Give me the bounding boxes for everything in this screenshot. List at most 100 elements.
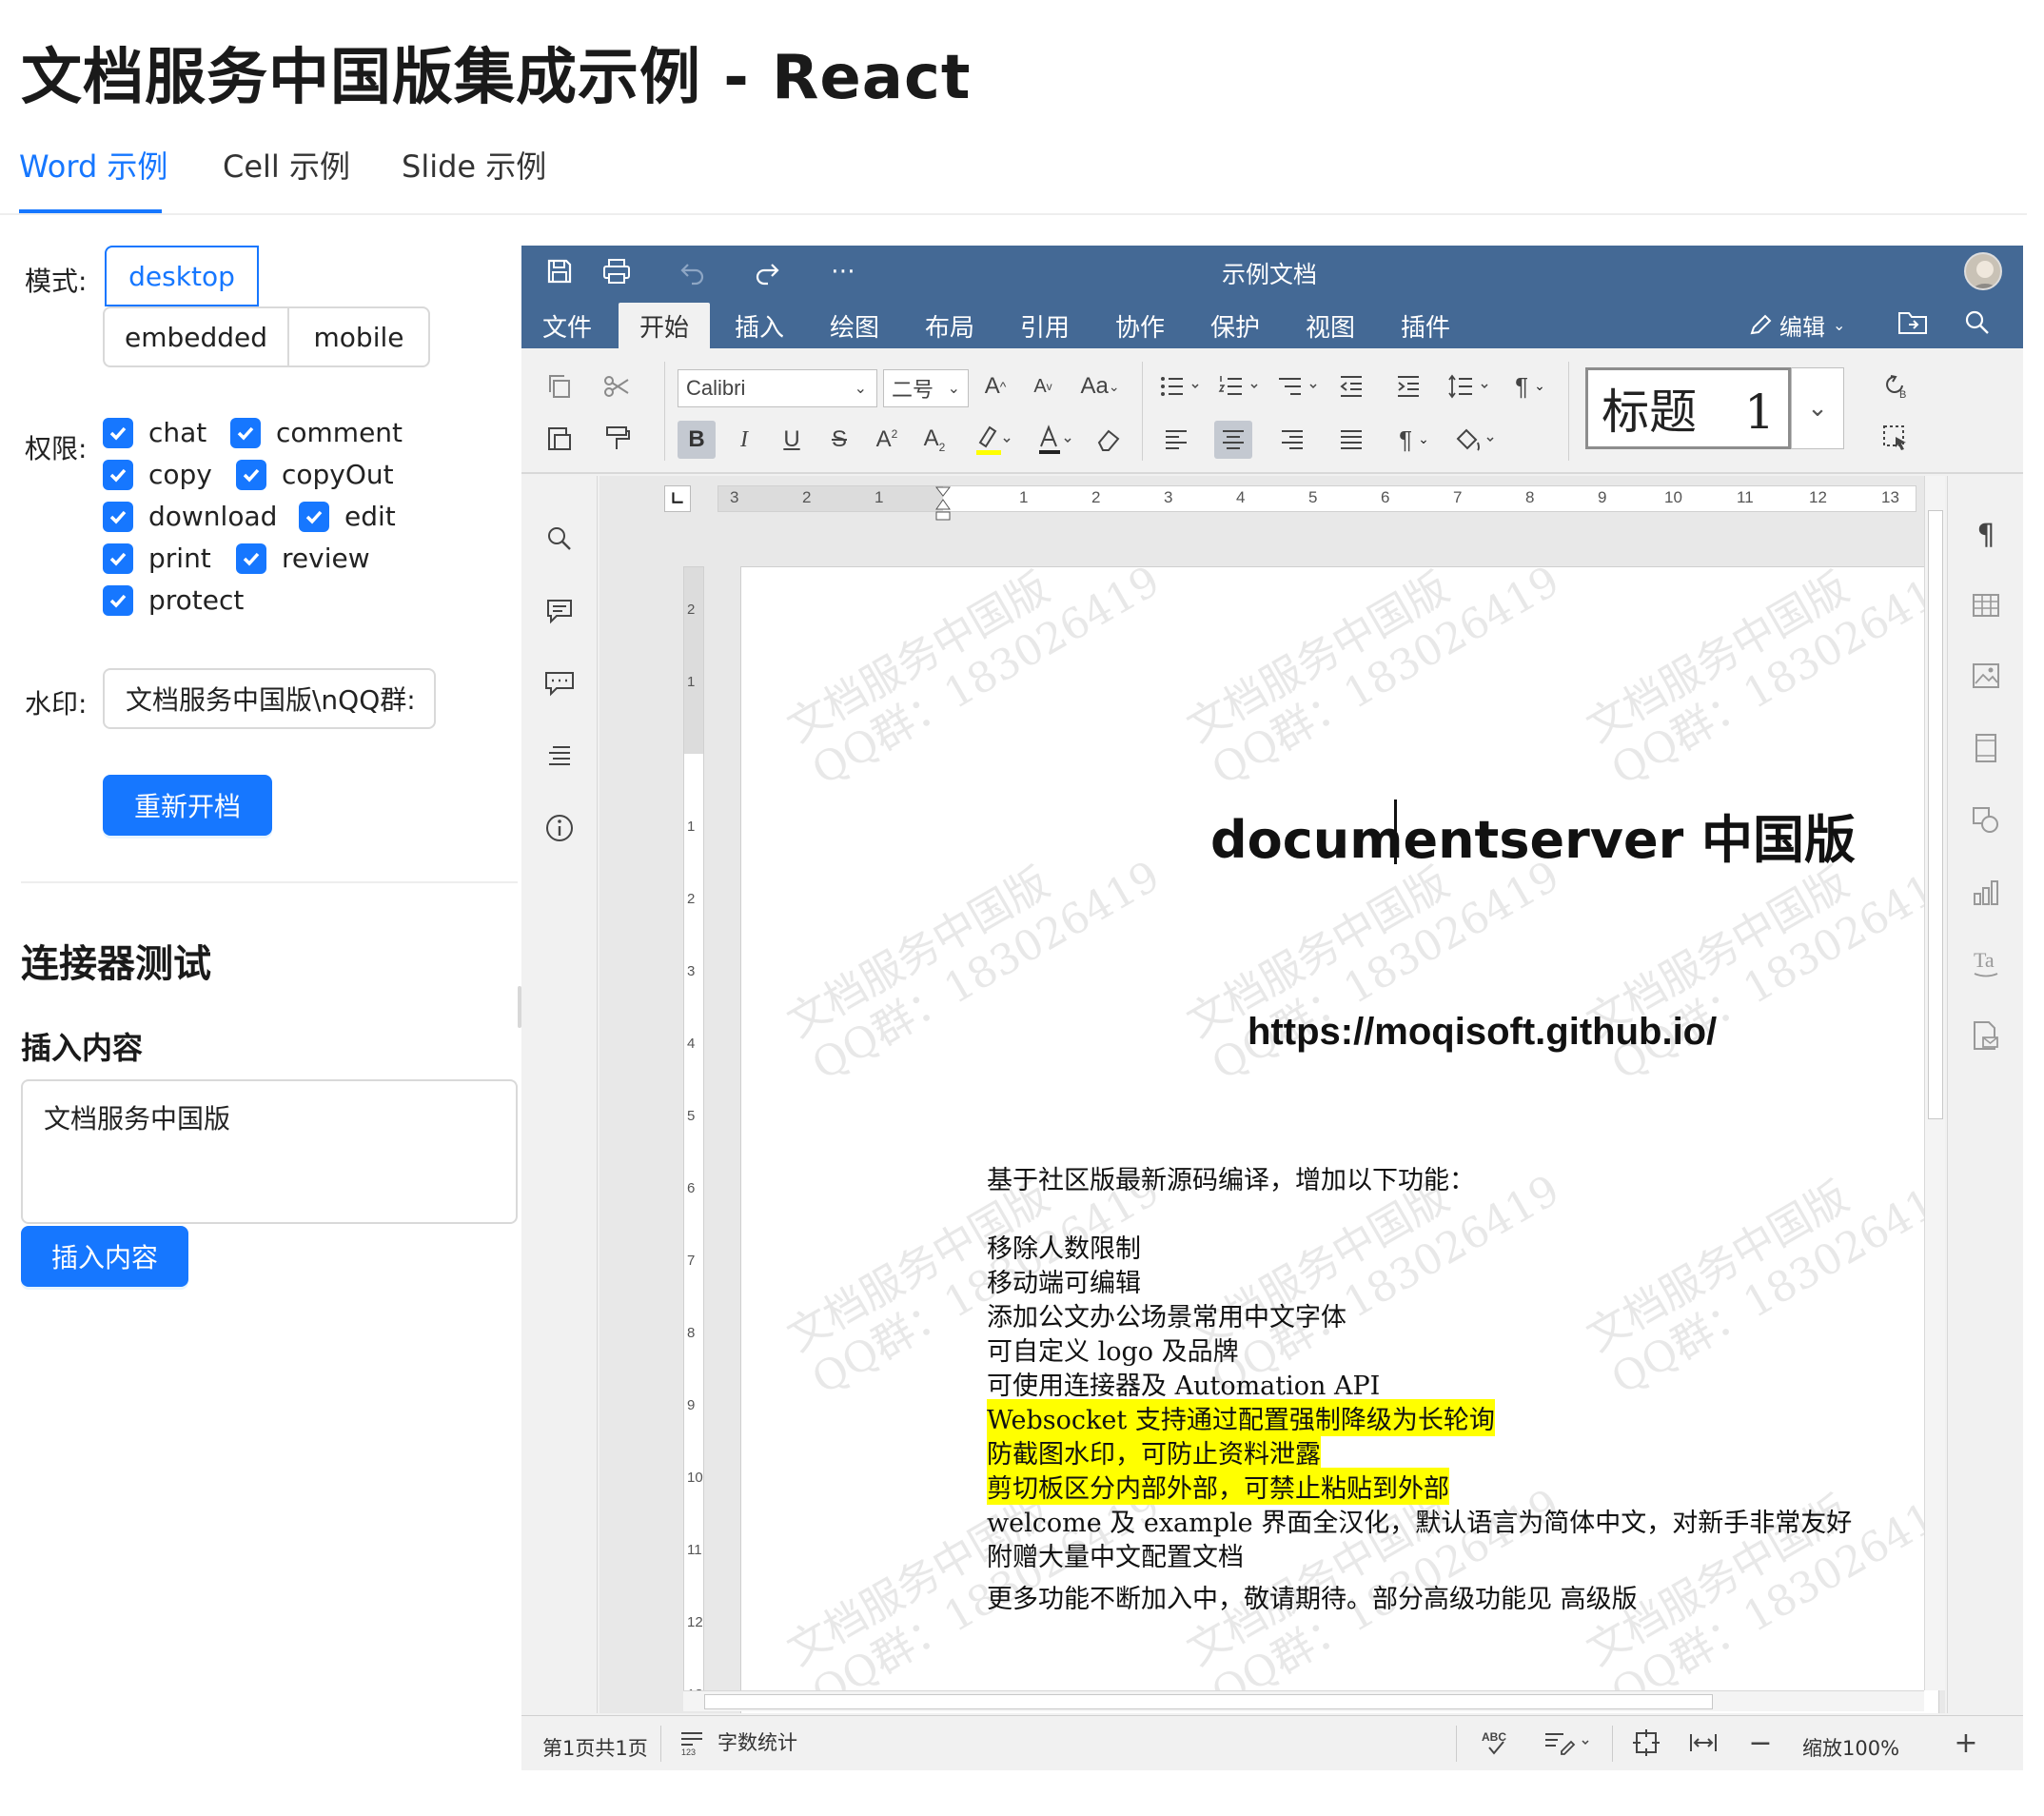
vertical-scrollbar-thumb[interactable] xyxy=(1928,510,1943,1119)
multilevel-list-icon[interactable] xyxy=(1275,367,1325,405)
fit-page-icon[interactable] xyxy=(1627,1724,1665,1762)
shading-icon[interactable] xyxy=(1452,421,1502,459)
increase-font-icon[interactable]: A ^ xyxy=(976,367,1014,405)
undo-icon[interactable] xyxy=(674,252,712,290)
format-painter-icon[interactable] xyxy=(598,419,636,457)
styles-expand-button[interactable]: ⌄ xyxy=(1791,367,1844,449)
replace-icon[interactable]: B xyxy=(1877,367,1915,405)
spell-check-icon[interactable]: ABC xyxy=(1477,1724,1515,1762)
mode-mobile-button[interactable]: mobile xyxy=(287,306,430,367)
underline-icon[interactable]: U xyxy=(773,421,811,459)
nonprinting-characters-icon[interactable]: ¶ ⌄ xyxy=(1389,421,1439,459)
paragraph-settings-icon[interactable]: ¶ xyxy=(1965,514,2007,556)
align-left-icon[interactable] xyxy=(1157,421,1195,459)
align-center-icon[interactable] xyxy=(1214,421,1252,459)
search-icon[interactable] xyxy=(539,518,580,560)
horizontal-ruler[interactable]: 3 2 1 1 2 3 4 5 6 7 8 9 10 11 12 13 14 xyxy=(717,485,1916,521)
redo-icon[interactable] xyxy=(748,252,786,290)
bold-icon[interactable]: B xyxy=(678,421,716,459)
paragraph-settings-icon[interactable]: ¶ ⌄ xyxy=(1505,367,1555,405)
mode-embedded-button[interactable]: embedded xyxy=(103,306,289,367)
document-canvas[interactable]: ∟ 3 2 1 1 2 3 4 5 6 7 8 9 10 11 12 13 14 xyxy=(599,476,1945,1713)
permission-chat-checkbox[interactable]: chat xyxy=(103,417,206,448)
indent-marker[interactable] xyxy=(934,486,952,521)
menu-file[interactable]: 文件 xyxy=(542,308,592,344)
zoom-in-button[interactable]: + xyxy=(1947,1724,1985,1762)
tab-cell[interactable]: Cell 示例 xyxy=(223,143,350,187)
permission-copyout-checkbox[interactable]: copyOut xyxy=(236,459,394,490)
fit-width-icon[interactable] xyxy=(1684,1724,1722,1762)
permission-download-checkbox[interactable]: download xyxy=(103,501,277,532)
menu-view[interactable]: 视图 xyxy=(1306,308,1355,344)
highlight-color-icon[interactable] xyxy=(963,421,1020,459)
horizontal-scrollbar[interactable] xyxy=(683,1690,1924,1711)
change-case-icon[interactable]: Aa ⌄ xyxy=(1071,367,1129,405)
shape-settings-icon[interactable] xyxy=(1965,799,2007,841)
reopen-document-button[interactable]: 重新开档 xyxy=(103,775,272,836)
open-file-location-icon[interactable] xyxy=(1894,304,1932,342)
permission-comment-checkbox[interactable]: comment xyxy=(230,417,403,448)
tab-slide[interactable]: Slide 示例 xyxy=(402,143,546,187)
superscript-icon[interactable]: A2 xyxy=(868,421,906,459)
save-icon[interactable] xyxy=(540,252,579,290)
tab-word[interactable]: Word 示例 xyxy=(19,143,167,187)
chat-icon[interactable] xyxy=(539,662,580,704)
menu-layout[interactable]: 布局 xyxy=(925,308,974,344)
chart-settings-icon[interactable] xyxy=(1965,872,2007,914)
subscript-icon[interactable]: A2 xyxy=(915,421,953,459)
mode-desktop-button[interactable]: desktop xyxy=(105,246,259,306)
cut-icon[interactable] xyxy=(598,367,636,405)
font-color-icon[interactable] xyxy=(1026,421,1083,459)
permission-review-checkbox[interactable]: review xyxy=(236,543,370,574)
justify-icon[interactable] xyxy=(1332,421,1370,459)
mail-merge-icon[interactable] xyxy=(1965,1015,2007,1056)
language-icon[interactable] xyxy=(1540,1724,1597,1762)
permission-copy-checkbox[interactable]: copy xyxy=(103,459,212,490)
font-name-combo[interactable]: Calibri ⌄ xyxy=(678,369,877,407)
horizontal-scrollbar-thumb[interactable] xyxy=(704,1694,1713,1709)
table-settings-icon[interactable] xyxy=(1965,584,2007,626)
bullet-list-icon[interactable] xyxy=(1157,367,1207,405)
document-page[interactable]: 文档服务中国版 QQ群：183026419 文档服务中国版 QQ群：183026… xyxy=(740,566,1939,1713)
edit-mode-dropdown[interactable]: 编辑 ⌄ xyxy=(1747,308,1845,342)
line-spacing-icon[interactable] xyxy=(1446,367,1496,405)
page-info[interactable]: 第1页共1页 xyxy=(542,1733,648,1762)
increase-indent-icon[interactable] xyxy=(1389,367,1427,405)
insert-content-textarea[interactable]: 文档服务中国版 xyxy=(21,1079,518,1224)
vertical-ruler[interactable]: 2 1 1 2 3 4 5 6 7 8 9 10 11 12 13 xyxy=(683,566,704,1708)
watermark-input[interactable]: 文档服务中国版\nQQ群: xyxy=(103,668,436,729)
tab-stop-selector[interactable]: ∟ xyxy=(664,485,691,512)
menu-references[interactable]: 引用 xyxy=(1020,308,1070,344)
more-icon[interactable]: ⋯ xyxy=(824,252,862,290)
clear-style-icon[interactable] xyxy=(1089,421,1127,459)
comment-icon[interactable] xyxy=(539,590,580,632)
text-art-settings-icon[interactable]: Ta xyxy=(1965,942,2007,984)
header-footer-icon[interactable] xyxy=(1965,727,2007,769)
word-count-button[interactable]: 123 字数统计 xyxy=(678,1727,797,1756)
navigation-icon[interactable] xyxy=(539,735,580,777)
menu-insert[interactable]: 插入 xyxy=(735,308,784,344)
permission-protect-checkbox[interactable]: protect xyxy=(103,584,244,616)
insert-content-button[interactable]: 插入内容 xyxy=(21,1226,188,1287)
image-settings-icon[interactable] xyxy=(1965,655,2007,697)
menu-plugins[interactable]: 插件 xyxy=(1401,308,1450,344)
font-size-combo[interactable]: 二号 ⌄ xyxy=(883,369,969,407)
search-icon[interactable] xyxy=(1958,304,1996,342)
document-url[interactable]: https://moqisoft.github.io/ xyxy=(1248,1011,1717,1054)
copy-icon[interactable] xyxy=(540,367,579,405)
select-all-icon[interactable] xyxy=(1877,419,1915,457)
user-avatar[interactable] xyxy=(1964,252,2002,290)
italic-icon[interactable]: I xyxy=(725,421,763,459)
menu-home[interactable]: 开始 xyxy=(619,303,711,348)
print-icon[interactable] xyxy=(598,252,636,290)
vertical-scrollbar[interactable] xyxy=(1924,476,1945,1690)
menu-protection[interactable]: 保护 xyxy=(1210,308,1260,344)
zoom-out-button[interactable]: − xyxy=(1741,1724,1779,1762)
menu-draw[interactable]: 绘图 xyxy=(830,308,879,344)
menu-collaboration[interactable]: 协作 xyxy=(1115,308,1165,344)
info-icon[interactable] xyxy=(539,807,580,849)
align-right-icon[interactable] xyxy=(1273,421,1311,459)
strikethrough-icon[interactable]: S xyxy=(820,421,858,459)
numbered-list-icon[interactable] xyxy=(1216,367,1266,405)
permission-edit-checkbox[interactable]: edit xyxy=(299,501,396,532)
